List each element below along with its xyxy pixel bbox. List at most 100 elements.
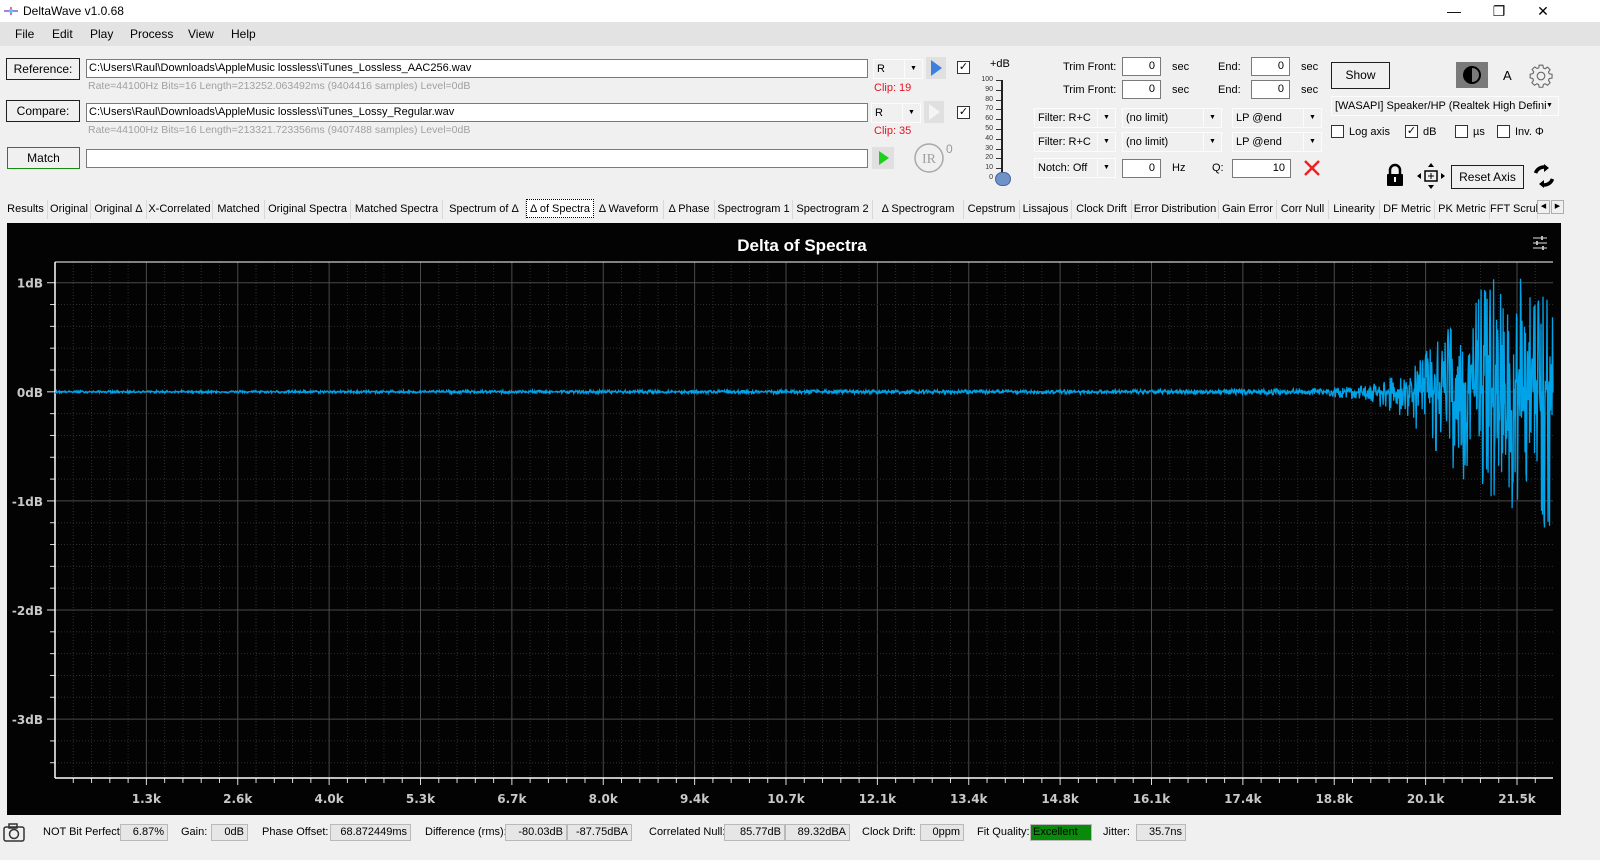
gain-slider[interactable]: 100 90 80 70 60 50 40 30 20 10 0 [976,76,1011,186]
lock-icon[interactable] [1384,163,1406,187]
match-input[interactable] [86,149,868,168]
chart-settings-icon[interactable] [1533,236,1547,250]
refresh-icon[interactable] [1532,164,1556,188]
limit-select-2[interactable]: (no limit) ▼ [1122,132,1222,152]
trim-front-label: Trim Front: [1063,84,1117,96]
tab-23[interactable]: FFT Scrub [1490,200,1542,219]
tab-8[interactable]: Δ of Spectra [526,199,594,218]
settings-gear-icon[interactable] [1528,63,1554,89]
tab-19[interactable]: Corr Null [1277,200,1329,219]
menu-edit[interactable]: Edit [52,27,73,41]
menu-help[interactable]: Help [231,27,256,41]
gain-tick-label: 70 [985,105,993,113]
option-label-1: dB [1423,126,1437,138]
compare-enable-checkbox[interactable]: ✓ [957,106,970,119]
difference-dba-value: -87.75dBA [567,824,632,841]
tab-9[interactable]: Δ Waveform [594,200,664,219]
play-match-icon[interactable] [872,147,894,169]
tab-10[interactable]: Δ Phase [664,200,715,219]
gain-tick-label: 10 [985,164,993,172]
show-button[interactable]: Show [1331,62,1390,89]
maximize-button[interactable]: ❐ [1476,0,1522,22]
camera-icon[interactable] [2,822,26,842]
q-input[interactable]: 10 [1232,159,1291,178]
lp-select-2[interactable]: LP @end ▼ [1232,132,1322,152]
menu-process[interactable]: Process [130,27,173,41]
option-checkbox-1[interactable]: ✓ [1405,125,1418,138]
trim-end-input[interactable]: 0 [1251,57,1290,76]
clear-notch-icon[interactable] [1302,158,1322,178]
reference-path-input[interactable]: C:\Users\Raul\Downloads\AppleMusic lossl… [86,59,868,78]
q-label: Q: [1212,162,1224,174]
trim-front-input[interactable]: 0 [1122,80,1161,99]
compare-channel-select[interactable]: R ▼ [871,103,921,123]
notch-select[interactable]: Notch: Off ▼ [1034,158,1116,178]
tab-18[interactable]: Gain Error [1219,200,1277,219]
pan-move-icon[interactable] [1416,162,1446,190]
delta-of-spectra-chart[interactable]: Delta of Spectra 1.3k 2.6k 4.0k 5.3k 6.7k 8.0… [7,223,1561,815]
output-device-select[interactable]: [WASAPI] Speaker/HP (Realtek High Defini… [1331,96,1559,116]
tab-11[interactable]: Spectrogram 1 [715,200,793,219]
x-tick-label: 21.5k [1498,792,1537,806]
contrast-icon[interactable] [1456,62,1488,88]
font-toggle[interactable]: A [1503,68,1512,83]
reference-enable-checkbox[interactable]: ✓ [957,61,970,74]
tab-1[interactable]: Original [48,200,91,219]
correlated-null-label: Correlated Null: [649,826,726,838]
x-tick-label: 13.4k [950,792,989,806]
gain-value: 0dB [211,824,248,841]
tab-16[interactable]: Clock Drift [1072,200,1132,219]
filter-select-1[interactable]: Filter: R+C ▼ [1034,108,1116,128]
compare-button[interactable]: Compare: [6,100,80,122]
play-reference-icon[interactable] [926,57,946,79]
tab-3[interactable]: X-Correlated [147,200,213,219]
minimize-button[interactable]: — [1431,0,1477,22]
reference-channel-select[interactable]: R ▼ [873,59,923,79]
tab-15[interactable]: Lissajous [1020,200,1072,219]
menu-file[interactable]: File [15,27,34,41]
tab-0[interactable]: Results [4,200,48,219]
tab-scroll-right-button[interactable]: ▶ [1551,200,1564,214]
play-compare-icon[interactable] [924,101,944,123]
reference-clip-count: Clip: 19 [874,82,912,94]
gain-tick-label: 80 [985,95,993,103]
ir-icon[interactable]: IR [913,141,947,175]
y-tick-label: -3dB [12,713,43,727]
x-tick-label: 17.4k [1224,792,1263,806]
tab-6[interactable]: Matched Spectra [351,200,443,219]
trim-front-input[interactable]: 0 [1122,57,1161,76]
option-checkbox-0[interactable] [1331,125,1344,138]
phase-offset-label: Phase Offset: [262,826,329,838]
limit-select-1[interactable]: (no limit) ▼ [1122,108,1222,128]
filter-select-2[interactable]: Filter: R+C ▼ [1034,132,1116,152]
x-tick-label: 4.0k [314,792,344,806]
option-checkbox-3[interactable] [1497,125,1510,138]
option-checkbox-2[interactable] [1455,125,1468,138]
tab-7[interactable]: Spectrum of Δ [443,200,526,219]
close-button[interactable]: ✕ [1520,0,1566,22]
tab-22[interactable]: PK Metric [1435,200,1490,219]
output-device-value: [WASAPI] Speaker/HP (Realtek High Defini [1335,100,1547,112]
tab-21[interactable]: DF Metric [1380,200,1435,219]
menu-play[interactable]: Play [90,27,113,41]
y-tick-label: -2dB [12,604,43,618]
lp-select-1[interactable]: LP @end ▼ [1232,108,1322,128]
tab-scroll-left-button[interactable]: ◀ [1537,200,1550,214]
notch-frequency-input[interactable]: 0 [1122,159,1161,178]
tab-20[interactable]: Linearity [1329,200,1380,219]
gain-slider-thumb[interactable] [995,172,1011,186]
match-button[interactable]: Match [7,147,80,169]
tab-12[interactable]: Spectrogram 2 [793,200,873,219]
tab-14[interactable]: Cepstrum [964,200,1020,219]
tab-2[interactable]: Original Δ [91,200,147,219]
compare-path-input[interactable]: C:\Users\Raul\Downloads\AppleMusic lossl… [86,103,868,122]
trim-end-input[interactable]: 0 [1251,80,1290,99]
reference-button[interactable]: Reference: [6,58,80,80]
menu-view[interactable]: View [188,27,214,41]
tab-17[interactable]: Error Distribution [1132,200,1219,219]
tab-13[interactable]: Δ Spectrogram [873,200,964,219]
tab-4[interactable]: Matched [213,200,265,219]
reset-axis-button[interactable]: Reset Axis [1451,165,1524,189]
tab-5[interactable]: Original Spectra [265,200,351,219]
gain-tick-label: 100 [981,76,993,83]
